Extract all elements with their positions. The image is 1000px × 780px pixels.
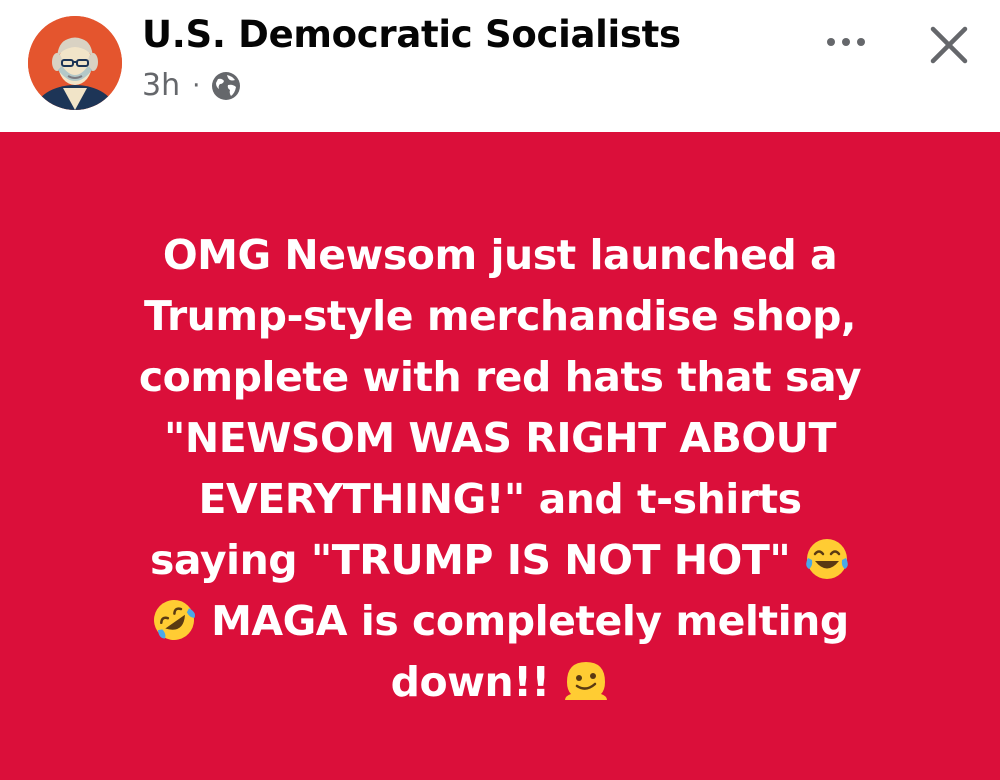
- post-text-line: EVERYTHING!" and t-shirts: [198, 475, 802, 523]
- post-text-line: complete with red hats that say: [138, 353, 862, 401]
- close-button[interactable]: [922, 18, 976, 72]
- post-text-segment: down!!: [390, 658, 550, 706]
- post-text-line: Trump-style merchandise shop,: [144, 292, 857, 340]
- post-text-line-with-emoji: MAGA is completely melting: [70, 591, 930, 652]
- post-text-segment: MAGA is completely melting: [211, 597, 849, 645]
- post-meta: 3h ·: [142, 68, 242, 103]
- post-header: U.S. Democratic Socialists 3h ·: [0, 0, 1000, 132]
- post-background-card: OMG Newsom just launched a Trump-style m…: [0, 132, 1000, 780]
- post-text-line: OMG Newsom just launched a: [162, 231, 838, 279]
- globe-icon[interactable]: [210, 70, 242, 102]
- rolling-on-floor-laughing-icon: [151, 597, 197, 643]
- post-text-line: "NEWSOM WAS RIGHT ABOUT: [164, 414, 836, 462]
- post-text-line-with-emoji: saying "TRUMP IS NOT HOT": [70, 530, 930, 591]
- page-name[interactable]: U.S. Democratic Socialists: [142, 13, 681, 56]
- facebook-post: U.S. Democratic Socialists 3h · OMG News…: [0, 0, 1000, 780]
- meta-separator: ·: [192, 70, 201, 101]
- more-options-button[interactable]: [818, 24, 874, 60]
- melting-face-icon: [563, 658, 609, 704]
- page-avatar[interactable]: [28, 16, 122, 110]
- post-text: OMG Newsom just launched a Trump-style m…: [70, 225, 930, 713]
- post-text-segment: saying "TRUMP IS NOT HOT": [150, 536, 791, 584]
- post-text-line-with-emoji: down!!: [70, 652, 930, 713]
- post-timestamp[interactable]: 3h: [142, 68, 180, 103]
- face-with-tears-of-joy-icon: [804, 536, 850, 582]
- close-icon: [930, 26, 968, 64]
- ellipsis-icon: [827, 38, 865, 46]
